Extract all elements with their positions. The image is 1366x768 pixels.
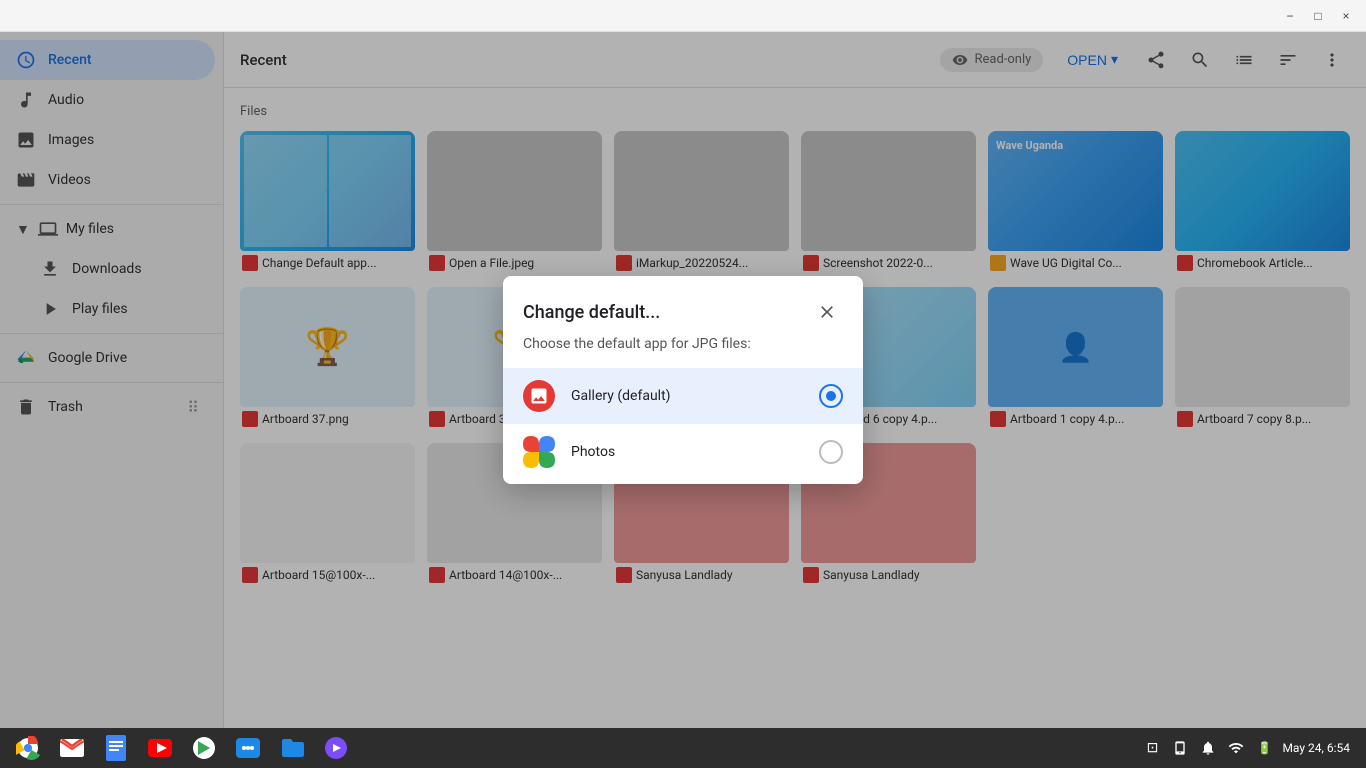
photos-app-icon — [523, 436, 555, 468]
taskbar-files[interactable] — [272, 730, 312, 766]
dialog-title: Change default... — [523, 302, 660, 323]
screen-capture-icon[interactable]: ⊡ — [1142, 738, 1162, 758]
taskbar: ⊡ 🔋 May 24, 6:54 — [0, 728, 1366, 768]
phone-icon[interactable] — [1170, 738, 1190, 758]
taskbar-time: May 24, 6:54 — [1282, 741, 1350, 755]
maximize-button[interactable]: □ — [1306, 4, 1330, 28]
dialog-subtitle: Choose the default app for JPG files: — [503, 336, 863, 364]
taskbar-messages[interactable] — [228, 730, 268, 766]
dialog-app-gallery[interactable]: Gallery (default) — [503, 368, 863, 424]
taskbar-docs[interactable] — [96, 730, 136, 766]
change-default-dialog: Change default... Choose the default app… — [503, 276, 863, 484]
battery-icon[interactable]: 🔋 — [1254, 738, 1274, 758]
taskbar-play[interactable] — [184, 730, 224, 766]
photos-app-label: Photos — [571, 444, 803, 460]
taskbar-youtube[interactable] — [140, 730, 180, 766]
dialog-header: Change default... — [503, 276, 863, 336]
close-button[interactable]: × — [1334, 4, 1358, 28]
taskbar-gmail[interactable] — [52, 730, 92, 766]
gallery-app-icon — [523, 380, 555, 412]
taskbar-chrome[interactable] — [8, 730, 48, 766]
dialog-app-list: Gallery (default) — [503, 364, 863, 484]
title-bar: − □ × — [0, 0, 1366, 32]
taskbar-clipchamp[interactable] — [316, 730, 356, 766]
dialog-close-button[interactable] — [811, 296, 843, 328]
unselected-radio-icon — [819, 440, 843, 464]
taskbar-right: ⊡ 🔋 May 24, 6:54 — [1134, 738, 1358, 758]
dialog-app-photos[interactable]: Photos — [503, 424, 863, 480]
minimize-button[interactable]: − — [1278, 4, 1302, 28]
notification-icon[interactable] — [1198, 738, 1218, 758]
selected-check-icon — [819, 384, 843, 408]
wifi-icon[interactable] — [1226, 738, 1246, 758]
gallery-app-label: Gallery (default) — [571, 388, 803, 404]
modal-overlay: Change default... Choose the default app… — [0, 32, 1366, 728]
